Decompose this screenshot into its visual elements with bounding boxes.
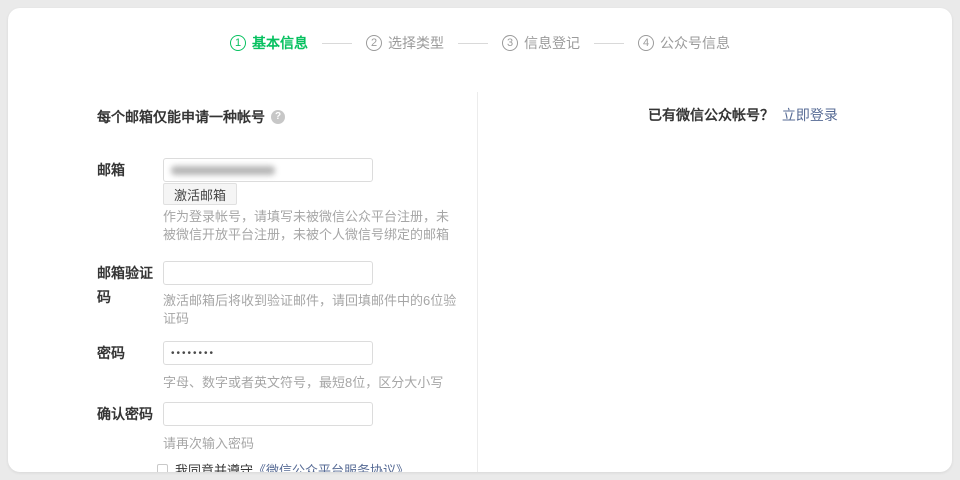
step-2-number-icon: 2 [366,35,382,51]
intro-text: 每个邮箱仅能申请一种帐号 [97,107,265,127]
step-account-info: 4 公众号信息 [638,33,730,53]
confirm-password-help-text: 请再次输入密码 [163,435,459,453]
step-4-number-icon: 4 [638,35,654,51]
agreement-checkbox[interactable] [157,464,168,472]
step-3-number-icon: 3 [502,35,518,51]
step-connector [322,43,352,44]
email-code-input[interactable] [163,261,373,285]
login-now-link[interactable]: 立即登录 [782,107,838,123]
intro-note: 每个邮箱仅能申请一种帐号 ? [97,107,285,127]
column-divider [477,92,478,472]
step-3-label: 信息登记 [524,33,580,53]
step-4-label: 公众号信息 [660,33,730,53]
registration-card: 1 基本信息 2 选择类型 3 信息登记 4 公众号信息 每个邮箱仅能申请一种帐… [8,8,952,472]
existing-account-question: 已有微信公众帐号？ [648,107,774,123]
email-help-text: 作为登录帐号，请填写未被微信公众平台注册，未被微信开放平台注册，未被个人微信号绑… [163,208,459,244]
email-code-help-text: 激活邮箱后将收到验证邮件，请回填邮件中的6位验证码 [163,292,459,328]
password-label: 密码 [97,341,161,365]
confirm-password-input[interactable] [163,402,373,426]
activate-email-button[interactable]: 激活邮箱 [163,183,237,205]
step-connector [594,43,624,44]
agreement-text: 我同意并遵守 [175,460,253,472]
existing-account-header: 已有微信公众帐号？ 立即登录 [648,105,838,125]
email-input[interactable] [163,158,373,182]
step-info-registration: 3 信息登记 [502,33,580,53]
service-agreement-link[interactable]: 《微信公众平台服务协议》 [253,460,409,472]
step-2-label: 选择类型 [388,33,444,53]
step-basic-info: 1 基本信息 [230,33,308,53]
step-choose-type: 2 选择类型 [366,33,444,53]
wizard-stepper: 1 基本信息 2 选择类型 3 信息登记 4 公众号信息 [8,33,952,53]
password-help-text: 字母、数字或者英文符号，最短8位，区分大小写 [163,374,459,392]
step-connector [458,43,488,44]
email-value-blurred [171,166,275,175]
email-code-label: 邮箱验证码 [97,261,161,309]
step-1-label: 基本信息 [252,33,308,53]
password-input[interactable] [163,341,373,365]
email-label: 邮箱 [97,158,161,182]
question-mark-icon[interactable]: ? [271,110,285,124]
step-1-number-icon: 1 [230,35,246,51]
agreement-row: 我同意并遵守 《微信公众平台服务协议》 [157,460,409,472]
confirm-password-label: 确认密码 [97,402,161,426]
